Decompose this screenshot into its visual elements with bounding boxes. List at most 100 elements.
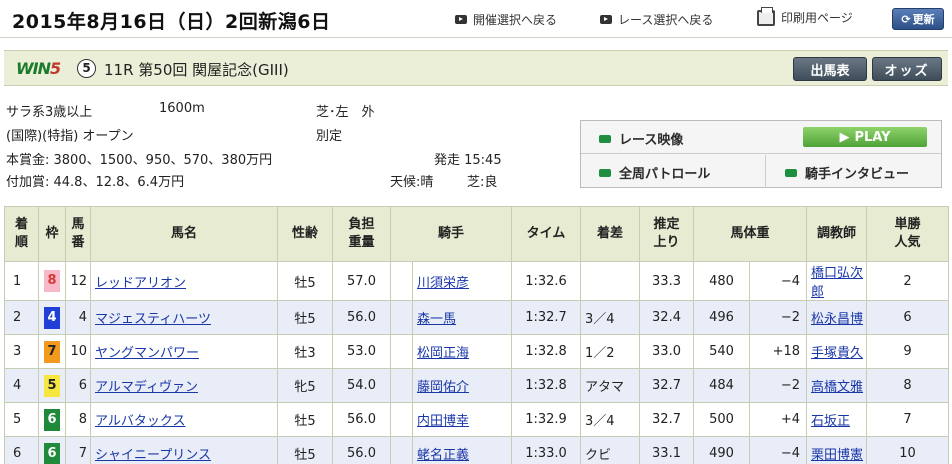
video-icon: [599, 168, 611, 177]
printer-icon: [757, 6, 775, 26]
jockey-interview-link[interactable]: 騎手インタビュー: [785, 163, 909, 182]
back-arrow-icon: [455, 15, 467, 24]
last3f-cell: 33.0: [639, 334, 695, 369]
rank-cell: 5: [4, 402, 39, 437]
back-to-race-label: レース選択へ戻る: [618, 13, 714, 27]
frame-badge: 4: [44, 306, 60, 329]
sex-age-cell: 牡5: [277, 436, 333, 464]
weather: 天候:晴: [390, 175, 434, 190]
horse-name-link[interactable]: レッドアリオン: [95, 276, 186, 291]
table-row: 3 7 10 ヤングマンパワー 牡3 53.0 松岡正海 1:32.8 1／2 33.0 540 +1…: [4, 334, 950, 369]
frame-cell: 6: [38, 436, 66, 464]
jockey-interview-label: 騎手インタビュー: [805, 167, 910, 182]
horse-name-link[interactable]: アルバタックス: [95, 414, 185, 429]
table-row: 5 6 8 アルバタックス 牡5 56.0 内田博幸 1:32.9 3／4 32.7 500 +4 石坂…: [4, 402, 950, 437]
popularity-cell: 8: [866, 368, 950, 403]
header-weight: 負担 重量: [332, 206, 391, 262]
frame-badge: 7: [44, 340, 60, 363]
time-cell: 1:32.8: [511, 368, 582, 403]
body-weight-cell: 490: [693, 436, 751, 464]
entries-button[interactable]: 出馬表: [793, 57, 867, 81]
jockey-link[interactable]: 森一馬: [417, 312, 456, 327]
horse-name-cell: ヤングマンパワー: [90, 334, 278, 369]
horse-name-cell: レッドアリオン: [90, 261, 278, 301]
jockey-cell: 蛯名正義: [411, 436, 513, 464]
back-to-kaisai-link[interactable]: 開催選択へ戻る: [455, 11, 557, 28]
race-name: 11R 第50回 関屋記念(GIII): [104, 61, 289, 79]
last3f-cell: 32.4: [639, 300, 695, 335]
frame-badge: 6: [44, 442, 60, 464]
weight-cell: 54.0: [332, 368, 391, 403]
trainer-link[interactable]: 手塚貴久: [811, 346, 863, 361]
back-arrow-icon: [600, 15, 612, 24]
margin-cell: [580, 261, 641, 301]
header-frame: 枠: [38, 206, 66, 262]
horse-name-link[interactable]: マジェスティハーツ: [95, 312, 211, 327]
table-row: 2 4 4 マジェスティハーツ 牡5 56.0 森一馬 1:32.7 3／4 32.4 496 −2 松…: [4, 300, 950, 335]
body-weight-cell: 500: [693, 402, 751, 437]
time-cell: 1:32.7: [511, 300, 582, 335]
margin-cell: アタマ: [580, 368, 641, 403]
table-header-row: 着順 枠 馬番 馬名 性齢 負担 重量 騎手 タイム 着差 推定 上り 馬体重 調教…: [4, 206, 950, 262]
sex-age-cell: 牡3: [277, 334, 333, 369]
rank-cell: 3: [4, 334, 39, 369]
frame-badge: 6: [44, 408, 60, 431]
race-course: 芝･左 外: [316, 105, 375, 120]
jockey-link[interactable]: 内田博幸: [417, 414, 469, 429]
trainer-cell: 高橋文雅: [806, 368, 868, 403]
trainer-link[interactable]: 松永昌博: [811, 312, 863, 327]
trainer-link[interactable]: 高橋文雅: [811, 380, 863, 395]
time-cell: 1:32.6: [511, 261, 582, 301]
jockey-mark-cell: [390, 300, 413, 335]
race-header-bar: WIN5 5 11R 第50回 関屋記念(GIII) 出馬表 オッズ: [4, 50, 948, 86]
trainer-link[interactable]: 石坂正: [811, 414, 850, 429]
horse-name-link[interactable]: ヤングマンパワー: [95, 346, 199, 361]
odds-button[interactable]: オッズ: [872, 57, 942, 81]
horse-number-cell: 12: [65, 261, 91, 301]
jockey-link[interactable]: 蛯名正義: [417, 448, 469, 463]
jockey-link[interactable]: 藤岡佑介: [417, 380, 469, 395]
trainer-cell: 松永昌博: [806, 300, 868, 335]
margin-cell: 1／2: [580, 334, 641, 369]
weight-cell: 56.0: [332, 300, 391, 335]
trainer-link[interactable]: 栗田博憲: [811, 448, 863, 463]
jockey-cell: 森一馬: [411, 300, 513, 335]
trainer-cell: 手塚貴久: [806, 334, 868, 369]
patrol-video-link[interactable]: 全周パトロール: [599, 163, 710, 182]
weight-cell: 56.0: [332, 436, 391, 464]
frame-cell: 5: [38, 368, 66, 403]
video-icon: [599, 134, 611, 143]
table-row: 4 5 6 アルマディヴァン 牝5 54.0 藤岡佑介 1:32.8 アタマ 32.7 484 −2 高…: [4, 368, 950, 403]
trainer-link[interactable]: 橋口弘次郎: [811, 266, 863, 300]
body-weight-diff-cell: +18: [749, 334, 808, 369]
header-rank: 着順: [4, 206, 39, 262]
popularity-cell: 10: [866, 436, 950, 464]
win5-logo: WIN5: [16, 59, 61, 78]
race-distance: 1600m: [159, 101, 205, 116]
body-weight-diff-cell: −4: [749, 436, 808, 464]
rank-cell: 1: [4, 261, 39, 301]
last3f-cell: 32.7: [639, 368, 695, 403]
play-button[interactable]: ▶ PLAY: [803, 127, 927, 147]
jockey-link[interactable]: 川須栄彦: [417, 276, 469, 291]
print-page-link[interactable]: 印刷用ページ: [757, 6, 853, 26]
horse-name-link[interactable]: アルマディヴァン: [95, 380, 198, 395]
video-icon: [785, 168, 797, 177]
horse-number-cell: 7: [65, 436, 91, 464]
jockey-mark-cell: [390, 261, 413, 301]
jockey-mark-cell: [390, 436, 413, 464]
header-sexage: 性齢: [277, 206, 333, 262]
page-title: 2015年8月16日（日）2回新潟6日: [12, 11, 331, 33]
last3f-cell: 33.1: [639, 436, 695, 464]
refresh-button[interactable]: ⟳ 更新: [892, 8, 944, 30]
back-to-race-link[interactable]: レース選択へ戻る: [600, 11, 713, 28]
body-weight-diff-cell: −4: [749, 261, 808, 301]
header-time: タイム: [511, 206, 582, 262]
print-page-label: 印刷用ページ: [781, 11, 853, 25]
sex-age-cell: 牡5: [277, 300, 333, 335]
top-bar: 2015年8月16日（日）2回新潟6日 開催選択へ戻る レース選択へ戻る 印刷用…: [0, 0, 952, 38]
jockey-link[interactable]: 松岡正海: [417, 346, 469, 361]
race-video-text: レース映像: [619, 133, 684, 148]
horse-name-link[interactable]: シャイニープリンス: [95, 448, 211, 463]
body-weight-diff-cell: +4: [749, 402, 808, 437]
